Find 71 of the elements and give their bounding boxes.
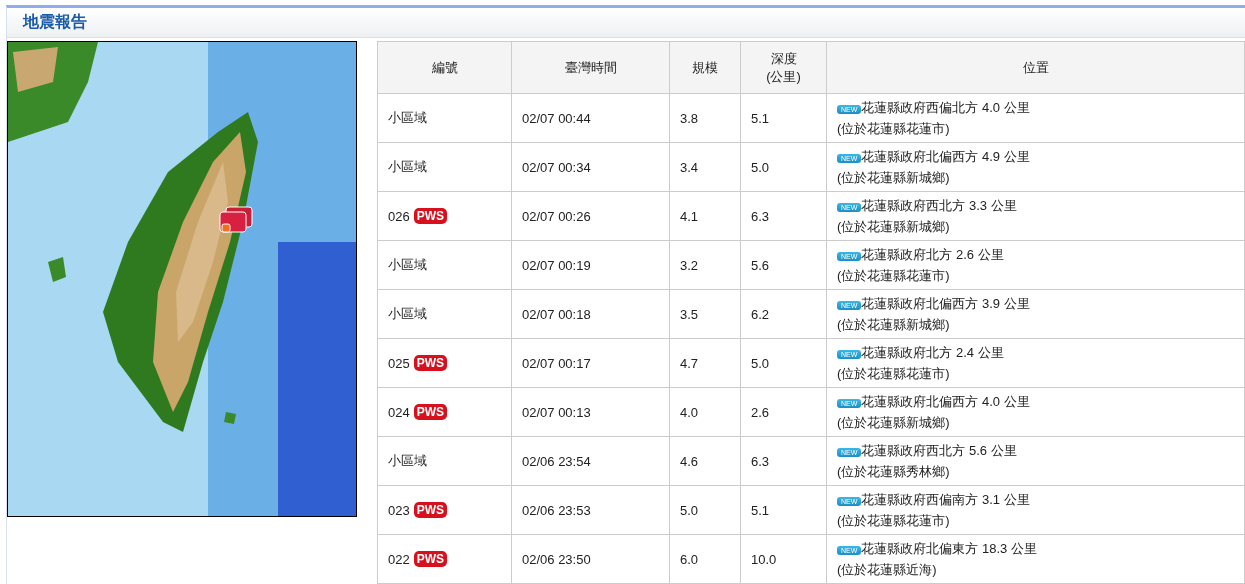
quake-id: 024 <box>388 404 410 420</box>
column-header: 深度 (公里) <box>740 41 827 94</box>
quake-id: 小區域 <box>388 452 427 470</box>
location-text: 花蓮縣政府北偏西方 3.9 公里 <box>861 296 1030 312</box>
column-header: 臺灣時間 <box>511 41 670 94</box>
location-text: 花蓮縣政府西北方 3.3 公里 <box>861 198 1017 214</box>
area-text: (位於花蓮縣近海) <box>837 561 937 577</box>
alert-badge: PWS <box>413 355 448 371</box>
table-cell: 6.3 <box>740 191 827 241</box>
quake-id: 小區域 <box>388 158 427 176</box>
location-text: 花蓮縣政府西偏南方 3.1 公里 <box>861 492 1030 508</box>
table-cell: 10.0 <box>740 534 827 584</box>
location-text: 花蓮縣政府西北方 5.6 公里 <box>861 443 1017 459</box>
area-text: (位於花蓮縣花蓮市) <box>837 365 950 381</box>
table-cell: 4.7 <box>669 338 741 388</box>
quake-id: 026 <box>388 208 410 224</box>
table-cell: 5.0 <box>740 338 827 388</box>
alert-badge: PWS <box>413 208 448 224</box>
table-cell: 02/06 23:54 <box>511 436 670 486</box>
table-cell: 3.2 <box>669 240 741 290</box>
location-text: 花蓮縣政府北方 2.6 公里 <box>861 247 1004 263</box>
table-cell: 6.2 <box>740 289 827 339</box>
area-text: (位於花蓮縣新城鄉) <box>837 316 950 332</box>
table-cell: 5.6 <box>740 240 827 290</box>
table-cell: 6.3 <box>740 436 827 486</box>
location-text: 花蓮縣政府北偏東方 18.3 公里 <box>861 541 1037 557</box>
area-text: (位於花蓮縣秀林鄉) <box>837 463 950 479</box>
table-cell: 4.1 <box>669 191 741 241</box>
alert-badge: PWS <box>413 502 448 518</box>
quake-id: 小區域 <box>388 109 427 127</box>
table-cell: 3.5 <box>669 289 741 339</box>
column-header: 編號 <box>377 41 512 94</box>
table-cell: 02/07 00:19 <box>511 240 670 290</box>
table-cell: 02/07 00:13 <box>511 387 670 437</box>
alert-badge: PWS <box>413 551 448 567</box>
location-text: 花蓮縣政府北偏西方 4.9 公里 <box>861 149 1030 165</box>
table-cell: 02/07 00:44 <box>511 93 670 143</box>
table-cell: 02/06 23:50 <box>511 534 670 584</box>
column-header: 位置 <box>826 41 1245 94</box>
area-text: (位於花蓮縣新城鄉) <box>837 414 950 430</box>
table-cell: 02/07 00:34 <box>511 142 670 192</box>
table-cell: 02/07 00:17 <box>511 338 670 388</box>
table-cell: 3.4 <box>669 142 741 192</box>
area-text: (位於花蓮縣新城鄉) <box>837 169 950 185</box>
quake-id: 022 <box>388 551 410 567</box>
table-cell: 3.8 <box>669 93 741 143</box>
column-header: 規模 <box>669 41 741 94</box>
table-cell: 2.6 <box>740 387 827 437</box>
alert-badge: PWS <box>413 404 448 420</box>
area-text: (位於花蓮縣花蓮市) <box>837 512 950 528</box>
quake-id: 025 <box>388 355 410 371</box>
table-cell: 02/07 00:26 <box>511 191 670 241</box>
table-cell: 4.6 <box>669 436 741 486</box>
quake-id: 023 <box>388 502 410 518</box>
location-text: 花蓮縣政府西偏北方 4.0 公里 <box>861 100 1030 116</box>
location-text: 花蓮縣政府北偏西方 4.0 公里 <box>861 394 1030 410</box>
location-text: 花蓮縣政府北方 2.4 公里 <box>861 345 1004 361</box>
table-cell: 5.0 <box>669 485 741 535</box>
area-text: (位於花蓮縣花蓮市) <box>837 267 950 283</box>
quake-id: 小區域 <box>388 305 427 323</box>
area-text: (位於花蓮縣花蓮市) <box>837 120 950 136</box>
quake-id: 小區域 <box>388 256 427 274</box>
table-cell: 5.1 <box>740 485 827 535</box>
table-cell: 4.0 <box>669 387 741 437</box>
panel-title: 地震報告 <box>23 12 87 32</box>
area-text: (位於花蓮縣新城鄉) <box>837 218 950 234</box>
table-cell: 02/07 00:18 <box>511 289 670 339</box>
table-cell: 5.1 <box>740 93 827 143</box>
table-cell: 6.0 <box>669 534 741 584</box>
table-cell: 02/06 23:53 <box>511 485 670 535</box>
table-cell: 5.0 <box>740 142 827 192</box>
